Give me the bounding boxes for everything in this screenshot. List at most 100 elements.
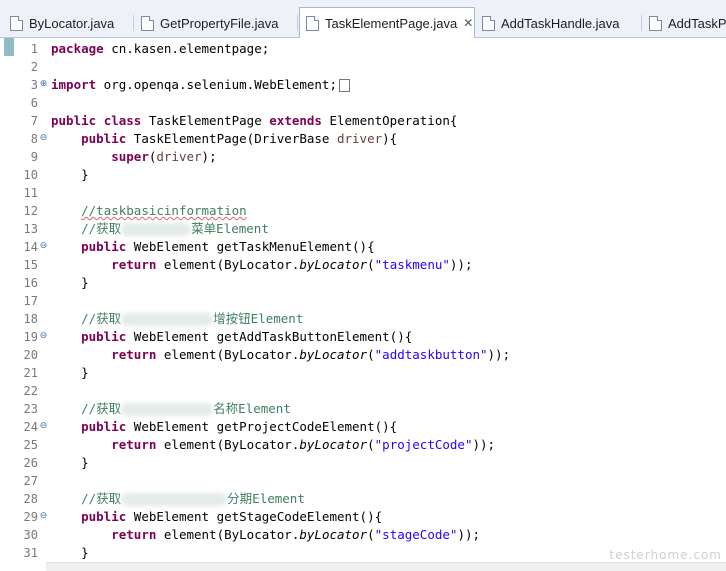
fold-collapse-icon[interactable]: ⊖ bbox=[39, 332, 48, 341]
code-line: 16 } bbox=[0, 274, 726, 292]
code-line: 11 bbox=[0, 184, 726, 202]
tab-addtaskhandle[interactable]: AddTaskHandle.java bbox=[476, 9, 642, 37]
line-number: 14 bbox=[23, 240, 38, 254]
code-text: } bbox=[51, 454, 89, 472]
code-text: return element(ByLocator.byLocator("stag… bbox=[51, 526, 480, 544]
punctuation: ( bbox=[367, 527, 375, 542]
import-name: org.openqa.selenium.WebElement; bbox=[96, 77, 337, 92]
tab-divider bbox=[133, 15, 134, 31]
redacted-text bbox=[121, 313, 214, 326]
java-file-icon bbox=[141, 15, 154, 31]
code-text: public WebElement getStageCodeElement(){ bbox=[51, 508, 382, 526]
code-line: 14 ⊖ public WebElement getTaskMenuElemen… bbox=[0, 238, 726, 256]
static-method: byLocator bbox=[299, 527, 368, 542]
code-text: } bbox=[51, 274, 89, 292]
redacted-text bbox=[121, 403, 214, 416]
code-text: return element(ByLocator.byLocator("addt… bbox=[51, 346, 510, 364]
comment: //taskbasicinformation bbox=[81, 203, 247, 218]
line-number: 23 bbox=[23, 402, 38, 416]
code-text: //获取 分期Element bbox=[51, 490, 305, 508]
line-number: 16 bbox=[23, 276, 38, 290]
keyword: public bbox=[81, 419, 127, 434]
code-line: 27 bbox=[0, 472, 726, 490]
code-line: 25 return element(ByLocator.byLocator("p… bbox=[0, 436, 726, 454]
class-name: TaskElementPage bbox=[141, 113, 270, 128]
string-literal: "stageCode" bbox=[374, 527, 458, 542]
static-method: byLocator bbox=[299, 347, 368, 362]
line-number: 2 bbox=[30, 60, 38, 74]
java-file-icon bbox=[306, 15, 319, 31]
close-icon[interactable]: ✕ bbox=[463, 16, 473, 30]
code-line: 22 bbox=[0, 382, 726, 400]
comment: 名称Element bbox=[213, 401, 291, 416]
redacted-text bbox=[121, 223, 192, 236]
comment: //获取 bbox=[81, 491, 122, 506]
line-number: 8 bbox=[30, 132, 38, 146]
code-text: //获取 菜单Element bbox=[51, 220, 269, 238]
code-line: 8 ⊖ public TaskElementPage(DriverBase dr… bbox=[0, 130, 726, 148]
line-number: 25 bbox=[23, 438, 38, 452]
fold-collapse-icon[interactable]: ⊖ bbox=[39, 512, 48, 521]
code-editor[interactable]: 1 package cn.kasen.elementpage; 2 3 ⊕ im… bbox=[0, 38, 726, 570]
fold-collapse-icon[interactable]: ⊖ bbox=[39, 134, 48, 143]
punctuation: )); bbox=[449, 257, 473, 272]
tab-addtaskpr[interactable]: AddTaskPr bbox=[643, 9, 726, 37]
tab-bylocator[interactable]: ByLocator.java bbox=[4, 9, 134, 37]
code-text: return element(ByLocator.byLocator("task… bbox=[51, 256, 472, 274]
keyword: public bbox=[81, 131, 127, 146]
method-signature: WebElement getTaskMenuElement(){ bbox=[126, 239, 375, 254]
line-number: 1 bbox=[30, 42, 38, 56]
editor-tab-bar: ByLocator.java GetPropertyFile.java Task… bbox=[0, 0, 726, 38]
line-number: 20 bbox=[23, 348, 38, 362]
code-line: 29 ⊖ public WebElement getStageCodeEleme… bbox=[0, 508, 726, 526]
line-number: 10 bbox=[23, 168, 38, 182]
comment: //获取 bbox=[81, 311, 122, 326]
comment: 菜单Element bbox=[191, 221, 269, 236]
tab-taskelementpage[interactable]: TaskElementPage.java ✕ bbox=[299, 7, 475, 38]
punctuation: } bbox=[81, 545, 89, 560]
fold-collapse-icon[interactable]: ⊖ bbox=[39, 422, 48, 431]
line-number: 19 bbox=[23, 330, 38, 344]
code-line: 19 ⊖ public WebElement getAddTaskButtonE… bbox=[0, 328, 726, 346]
keyword: return bbox=[111, 527, 157, 542]
tab-getpropertyfile[interactable]: GetPropertyFile.java bbox=[135, 9, 298, 37]
code-text: public WebElement getAddTaskButtonElemen… bbox=[51, 328, 412, 346]
method-signature: WebElement getAddTaskButtonElement(){ bbox=[126, 329, 413, 344]
comment: 增按钮Element bbox=[213, 311, 304, 326]
keyword: import bbox=[51, 77, 97, 92]
keyword: return bbox=[111, 257, 157, 272]
keyword: extends bbox=[269, 113, 322, 128]
line-number: 13 bbox=[23, 222, 38, 236]
code-text: } bbox=[51, 544, 89, 562]
parameter: driver bbox=[336, 131, 383, 146]
keyword: public bbox=[81, 329, 127, 344]
keyword: package bbox=[51, 41, 104, 56]
punctuation: )); bbox=[457, 527, 481, 542]
code-text: package cn.kasen.elementpage; bbox=[51, 40, 269, 58]
call: element(ByLocator. bbox=[156, 347, 300, 362]
constructor-signature: TaskElementPage(DriverBase bbox=[126, 131, 337, 146]
code-line: 2 bbox=[0, 58, 726, 76]
fold-expand-icon[interactable]: ⊕ bbox=[39, 80, 48, 89]
comment: //获取 bbox=[81, 401, 122, 416]
code-line: 24 ⊖ public WebElement getProjectCodeEle… bbox=[0, 418, 726, 436]
code-text: super(driver); bbox=[51, 148, 216, 166]
line-number: 21 bbox=[23, 366, 38, 380]
tab-label: GetPropertyFile.java bbox=[160, 15, 279, 31]
fold-collapse-icon[interactable]: ⊖ bbox=[39, 242, 48, 251]
code-line: 21 } bbox=[0, 364, 726, 382]
comment: 分期Element bbox=[227, 491, 305, 506]
code-text: public class TaskElementPage extends Ele… bbox=[51, 112, 457, 130]
tab-label: ByLocator.java bbox=[29, 15, 115, 31]
line-number: 12 bbox=[23, 204, 38, 218]
method-signature: WebElement getProjectCodeElement(){ bbox=[126, 419, 398, 434]
line-number: 3 bbox=[30, 78, 38, 92]
code-line: 12 //taskbasicinformation bbox=[0, 202, 726, 220]
keyword: return bbox=[111, 437, 157, 452]
redacted-text bbox=[121, 493, 228, 506]
code-line: 15 return element(ByLocator.byLocator("t… bbox=[0, 256, 726, 274]
folded-imports-icon[interactable] bbox=[338, 79, 350, 92]
code-line: 30 return element(ByLocator.byLocator("s… bbox=[0, 526, 726, 544]
call: element(ByLocator. bbox=[156, 437, 300, 452]
keyword: public bbox=[81, 509, 127, 524]
